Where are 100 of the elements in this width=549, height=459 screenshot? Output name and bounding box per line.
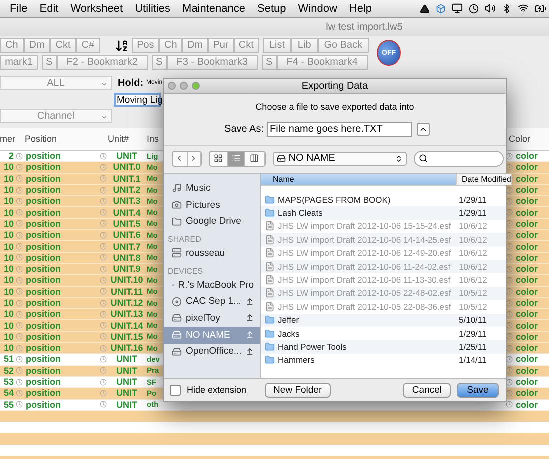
sidebar-item[interactable]: pixelToy — [164, 310, 260, 327]
sidebar-item[interactable]: OpenOffice... — [164, 344, 260, 360]
table-cell-text: color — [515, 400, 540, 410]
monitor-icon[interactable] — [452, 3, 463, 14]
table-cell-text: UNIT.6 — [112, 230, 142, 240]
table-cell-text: 52 — [2, 366, 14, 376]
clock-icon — [16, 175, 22, 182]
clock-icon — [506, 288, 512, 296]
menu-item[interactable]: File — [10, 2, 28, 14]
table-cell-text: position — [25, 162, 62, 172]
sidebar-item[interactable]: Google Drive — [164, 213, 260, 230]
file-row[interactable]: MAPS(PAGES FROM BOOK) 1/29/11 — [261, 193, 506, 206]
menu-item[interactable]: Maintenance — [182, 2, 246, 14]
volume-icon[interactable] — [485, 3, 496, 14]
sidebar-item[interactable]: CAC Sep 1... — [164, 293, 260, 310]
table-cell-text: position — [25, 343, 62, 354]
expand-button[interactable] — [417, 123, 430, 136]
column-header[interactable]: Unit# — [108, 134, 130, 144]
file-name: Lash Cleats — [278, 208, 323, 218]
server-icon — [172, 248, 182, 258]
column-header[interactable]: Color — [503, 134, 531, 144]
table-cell-text: color — [515, 208, 540, 218]
checkbox[interactable] — [170, 384, 181, 396]
menu-item[interactable]: Worksheet — [70, 2, 124, 14]
eject-button[interactable] — [246, 314, 254, 322]
clock-icon — [506, 243, 512, 250]
menu-item[interactable]: Utilities — [135, 2, 171, 14]
eject-button[interactable] — [246, 348, 254, 356]
menu-item[interactable]: Setup — [258, 2, 286, 14]
file-row[interactable]: Jeffer 5/10/11 — [261, 314, 506, 327]
menu-item[interactable]: Help — [349, 2, 372, 14]
wifi-icon[interactable] — [518, 3, 529, 14]
table-cell-text: position — [25, 332, 62, 342]
table-cell-text: 10 — [2, 185, 14, 196]
list-icon — [232, 154, 241, 163]
file-date: 10/6/12 — [458, 275, 488, 286]
bluetooth-icon[interactable] — [502, 4, 512, 14]
menu-item[interactable]: Edit — [40, 2, 59, 14]
table-cell-text: 10 — [2, 264, 14, 274]
sidebar-label: R.'s MacBook Pro — [178, 280, 254, 291]
clock-icon — [16, 254, 22, 262]
caret-icon — [101, 114, 108, 121]
clock-icon — [100, 367, 106, 374]
table-cell-text: color — [515, 174, 540, 184]
file-row[interactable]: Jacks 1/29/11 — [261, 326, 506, 340]
save-as-label: Save As: — [224, 124, 265, 135]
table-cell-text: UNIT.11 — [110, 286, 144, 297]
clock-icon[interactable] — [469, 4, 479, 14]
table-cell-text: UNIT.7 — [112, 242, 142, 252]
table-cell-text: color — [515, 185, 540, 196]
clock-icon — [506, 344, 512, 352]
clock-icon — [100, 220, 106, 228]
column-header[interactable]: Name — [261, 174, 457, 185]
dialog-button[interactable]: Save — [457, 382, 499, 398]
table-cell-text: 10 — [2, 230, 14, 240]
folder-icon — [265, 315, 275, 326]
clock-icon — [16, 209, 22, 216]
search-icon — [419, 154, 428, 163]
folder-icon — [265, 328, 275, 339]
file-row[interactable]: Lash Cleats 1/29/11 — [261, 206, 506, 220]
dialog-button[interactable]: New Folder — [264, 382, 332, 398]
table-cell-text: position — [25, 151, 62, 162]
clock-icon — [100, 198, 106, 205]
menu-item[interactable]: Window — [298, 2, 338, 14]
column-header[interactable]: Date Modified — [457, 174, 512, 185]
table-cell-text: UNIT.0 — [112, 162, 142, 172]
document-icon — [265, 288, 275, 298]
sidebar-item[interactable]: Pictures — [164, 196, 260, 214]
column-header[interactable]: mer — [0, 134, 16, 144]
clock-icon — [100, 378, 106, 386]
box-icon[interactable] — [436, 4, 446, 14]
drive-icon — [172, 330, 182, 340]
table-cell-text: color — [515, 286, 540, 297]
table-cell-text: color — [515, 377, 540, 388]
file-row[interactable]: Hand Power Tools 1/25/11 — [261, 340, 506, 354]
search-field[interactable] — [414, 150, 504, 166]
eject-button[interactable] — [246, 298, 254, 306]
clock-icon — [100, 254, 106, 262]
clock-icon — [16, 243, 22, 250]
clock-icon — [16, 356, 22, 363]
sidebar-item[interactable]: Music — [164, 180, 260, 197]
sort-icon[interactable] — [115, 38, 129, 52]
document-icon — [265, 221, 275, 232]
file-name-field[interactable]: File name goes here.TXT — [267, 122, 412, 137]
sidebar-item[interactable]: rousseau — [164, 245, 260, 262]
location-popup[interactable]: NO NAME — [272, 152, 408, 166]
dialog-button[interactable]: Cancel — [403, 382, 451, 398]
clock-icon — [506, 164, 512, 171]
sidebar-item[interactable]: R.'s MacBook Pro — [164, 276, 260, 294]
table-cell-text: 2 — [8, 151, 14, 162]
clock-icon — [16, 378, 22, 386]
battery-icon[interactable] — [535, 2, 547, 14]
clock-icon — [16, 232, 22, 239]
document-icon — [265, 262, 275, 272]
clock-icon — [506, 198, 512, 205]
column-header[interactable]: Position — [24, 134, 58, 144]
table-cell-text: UNIT — [116, 377, 138, 388]
triangle-icon[interactable] — [420, 4, 430, 14]
search-field[interactable]: Moving Lig — [114, 93, 161, 107]
column-header[interactable]: Ins — [146, 134, 160, 144]
